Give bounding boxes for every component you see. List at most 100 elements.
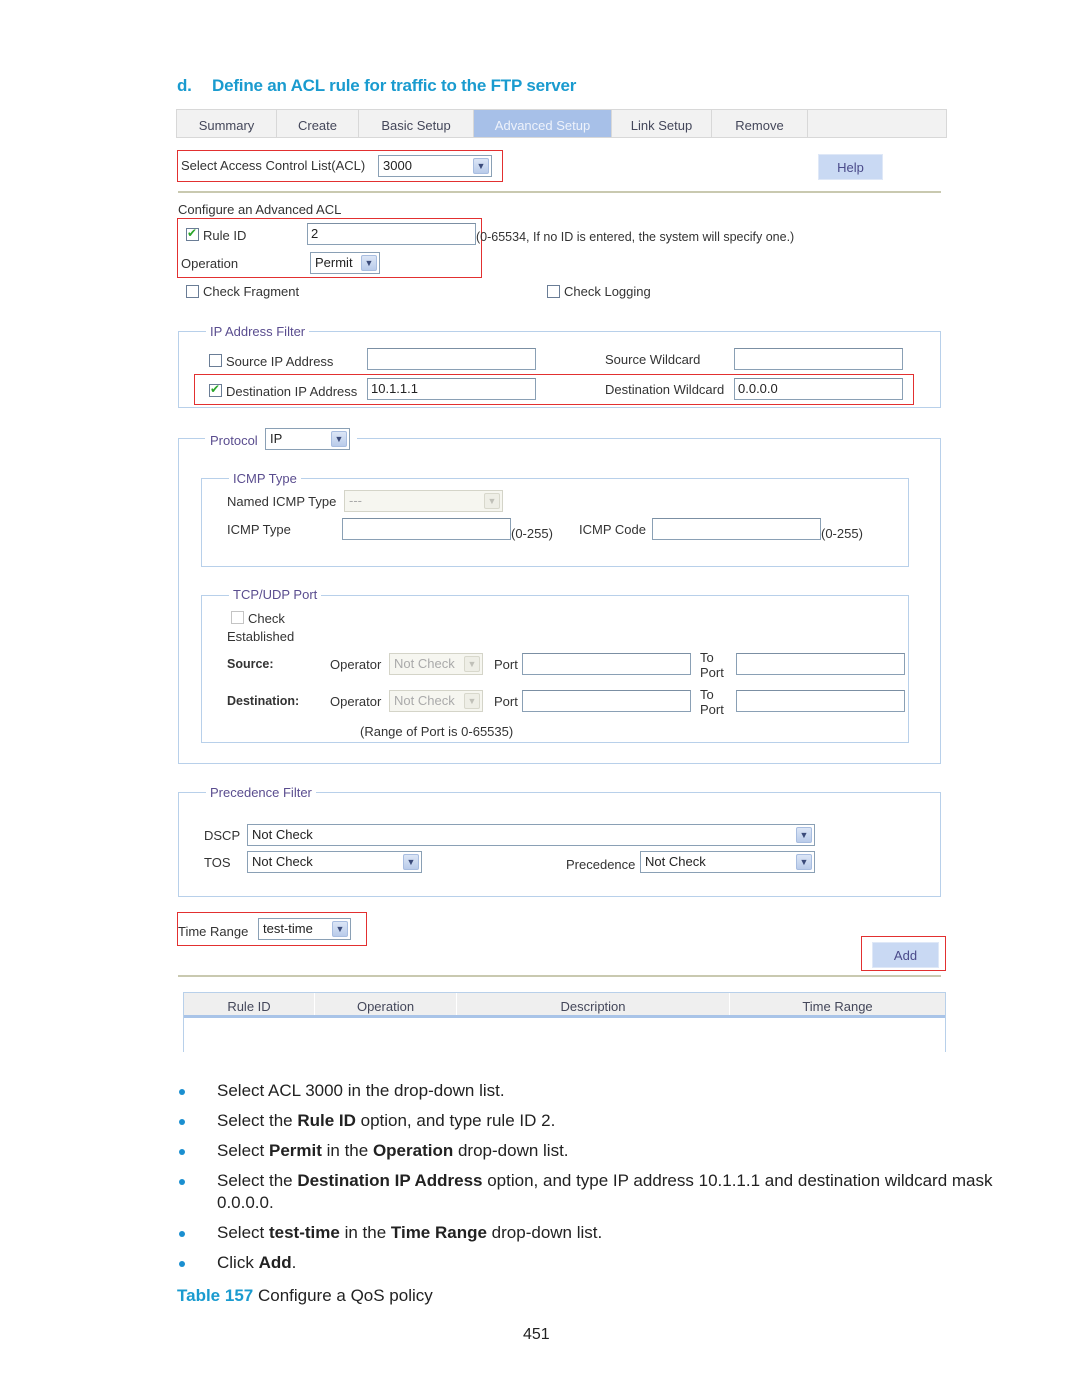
step-item: Select the Destination IP Address option… <box>177 1170 1007 1214</box>
source-wildcard-label: Source Wildcard <box>605 352 701 367</box>
add-button[interactable]: Add <box>872 942 939 968</box>
tab-basic-setup[interactable]: Basic Setup <box>359 110 474 137</box>
section-heading: d. Define an ACL rule for traffic to the … <box>177 76 576 96</box>
table-caption-label: Table 157 <box>177 1286 254 1305</box>
destination-to-port-label: To Port <box>700 687 724 717</box>
destination-ip-label: Destination IP Address <box>226 384 358 399</box>
tos-select[interactable]: Not Check ▼ <box>247 851 422 873</box>
tos-select-value: Not Check <box>252 854 313 869</box>
config-title: Configure an Advanced ACL <box>178 202 342 217</box>
column-header-description[interactable]: Description <box>457 993 730 1015</box>
operation-select[interactable]: Permit ▼ <box>310 252 380 274</box>
rules-table-header: Rule ID Operation Description Time Range <box>184 993 945 1018</box>
port-range-note: (Range of Port is 0-65535) <box>360 724 514 739</box>
check-logging-checkbox[interactable] <box>547 285 560 298</box>
destination-ip-input[interactable]: 10.1.1.1 <box>367 378 536 400</box>
time-range-select[interactable]: test-time ▼ <box>258 918 351 940</box>
tcp-udp-port-legend: TCP/UDP Port <box>229 587 322 602</box>
precedence-select[interactable]: Not Check ▼ <box>640 851 815 873</box>
table-caption-text: Configure a QoS policy <box>253 1286 433 1305</box>
column-header-rule-id[interactable]: Rule ID <box>184 993 315 1015</box>
source-port-field-label: Port <box>494 657 518 672</box>
icmp-code-input[interactable] <box>652 518 821 540</box>
chevron-down-icon: ▼ <box>473 158 489 174</box>
step-text: Select the <box>217 1171 298 1190</box>
source-to-port-input[interactable] <box>736 653 905 675</box>
section-title: Define an ACL rule for traffic to the FT… <box>212 76 577 95</box>
icmp-type-input[interactable] <box>342 518 511 540</box>
rule-id-hint: (0-65534, If no ID is entered, the syste… <box>476 230 795 244</box>
check-established-checkbox[interactable] <box>231 611 244 624</box>
check-established-label-2: Established <box>227 629 295 644</box>
time-range-label: Time Range <box>178 924 249 939</box>
step-text: Click <box>217 1253 259 1272</box>
destination-ip-checkbox[interactable] <box>209 382 222 397</box>
acl-select-label: Select Access Control List(ACL) <box>181 158 366 173</box>
column-header-operation[interactable]: Operation <box>315 993 457 1015</box>
named-icmp-type-label: Named ICMP Type <box>227 494 337 509</box>
protocol-select-value: IP <box>270 431 283 446</box>
check-fragment-label: Check Fragment <box>203 284 300 299</box>
tab-create[interactable]: Create <box>277 110 359 137</box>
source-port-label: Source: <box>227 657 274 671</box>
operation-select-value: Permit <box>315 255 353 270</box>
rule-id-checkbox[interactable] <box>186 226 199 241</box>
named-icmp-type-select[interactable]: --- ▼ <box>344 490 503 512</box>
named-icmp-type-value: --- <box>349 493 362 508</box>
page-number: 451 <box>523 1326 550 1343</box>
step-text: . <box>291 1253 297 1272</box>
icmp-code-range: (0-255) <box>821 526 863 541</box>
dscp-select[interactable]: Not Check ▼ <box>247 824 815 846</box>
check-fragment-checkbox[interactable] <box>186 285 199 298</box>
source-wildcard-input[interactable] <box>734 348 903 370</box>
precedence-label: Precedence <box>566 857 636 872</box>
step-item: Select Permit in the Operation drop-down… <box>177 1140 1007 1162</box>
destination-operator-select[interactable]: Not Check ▼ <box>389 690 483 712</box>
destination-operator-label: Operator <box>330 694 382 709</box>
icmp-type-label: ICMP Type <box>227 522 291 537</box>
rule-id-input[interactable]: 2 <box>307 223 476 245</box>
destination-port-input[interactable] <box>522 690 691 712</box>
step-emphasis: Operation <box>372 1141 454 1160</box>
operation-label: Operation <box>181 256 239 271</box>
chevron-down-icon: ▼ <box>464 656 480 672</box>
chevron-down-icon: ▼ <box>484 493 500 509</box>
destination-to-port-input[interactable] <box>736 690 905 712</box>
protocol-label: Protocol <box>210 433 258 448</box>
step-text: drop-down list. <box>453 1141 569 1160</box>
tos-label: TOS <box>204 855 231 870</box>
column-header-time-range[interactable]: Time Range <box>730 993 945 1015</box>
port-label: Port <box>700 702 724 717</box>
step-text: drop-down list. <box>486 1223 603 1242</box>
source-ip-input[interactable] <box>367 348 536 370</box>
step-emphasis: Rule ID <box>297 1111 356 1130</box>
chevron-down-icon: ▼ <box>796 854 812 870</box>
protocol-select[interactable]: IP ▼ <box>265 428 350 450</box>
icmp-type-legend: ICMP Type <box>229 471 301 486</box>
tab-remove[interactable]: Remove <box>712 110 808 137</box>
chevron-down-icon: ▼ <box>361 255 377 271</box>
source-operator-select[interactable]: Not Check ▼ <box>389 653 483 675</box>
destination-wildcard-input[interactable]: 0.0.0.0 <box>734 378 903 400</box>
step-text: Select ACL 3000 in the drop-down list. <box>217 1081 505 1100</box>
tab-summary[interactable]: Summary <box>177 110 277 137</box>
source-ip-checkbox[interactable] <box>209 354 222 367</box>
tab-link-setup[interactable]: Link Setup <box>612 110 712 137</box>
check-established-label-1: Check <box>248 611 285 626</box>
step-item: Select ACL 3000 in the drop-down list. <box>177 1080 1007 1102</box>
help-button[interactable]: Help <box>818 154 883 180</box>
steps-list: Select ACL 3000 in the drop-down list. Se… <box>177 1080 1007 1282</box>
step-item: Select the Rule ID option, and type rule… <box>177 1110 1007 1132</box>
rules-table: Rule ID Operation Description Time Range <box>183 992 946 1052</box>
acl-select[interactable]: 3000 ▼ <box>378 155 492 177</box>
source-port-input[interactable] <box>522 653 691 675</box>
time-range-select-value: test-time <box>263 921 313 936</box>
precedence-filter-legend: Precedence Filter <box>206 785 316 800</box>
port-label: Port <box>700 665 724 680</box>
destination-port-label: Destination: <box>227 694 300 708</box>
tab-advanced-setup[interactable]: Advanced Setup <box>474 110 612 137</box>
source-ip-label: Source IP Address <box>226 354 334 369</box>
precedence-select-value: Not Check <box>645 854 706 869</box>
table-caption: Table 157 Configure a QoS policy <box>177 1286 433 1306</box>
source-to-port-label: To Port <box>700 650 724 680</box>
